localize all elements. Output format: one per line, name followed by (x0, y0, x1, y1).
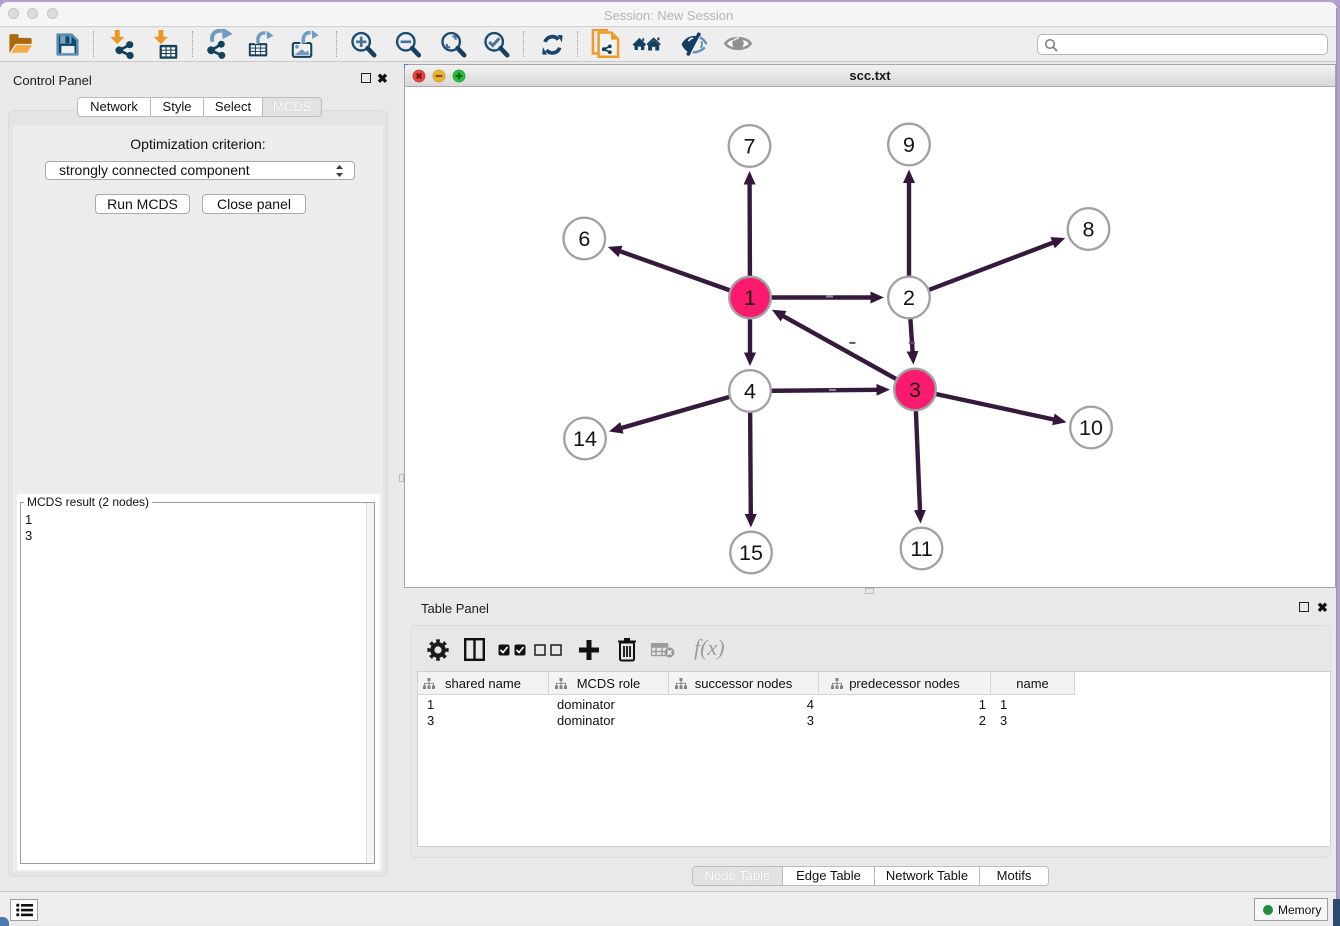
svg-text:2: 2 (903, 286, 915, 310)
svg-text:15: 15 (739, 541, 763, 565)
svg-text:8: 8 (1083, 218, 1095, 242)
svg-text:10: 10 (1079, 416, 1103, 440)
svg-text:3: 3 (909, 378, 921, 402)
svg-text:11: 11 (910, 537, 932, 561)
svg-text:7: 7 (744, 135, 756, 159)
svg-text:1: 1 (744, 286, 756, 310)
svg-text:14: 14 (573, 427, 597, 451)
svg-text:6: 6 (578, 227, 590, 251)
svg-text:4: 4 (744, 380, 756, 404)
svg-text:9: 9 (903, 133, 915, 157)
